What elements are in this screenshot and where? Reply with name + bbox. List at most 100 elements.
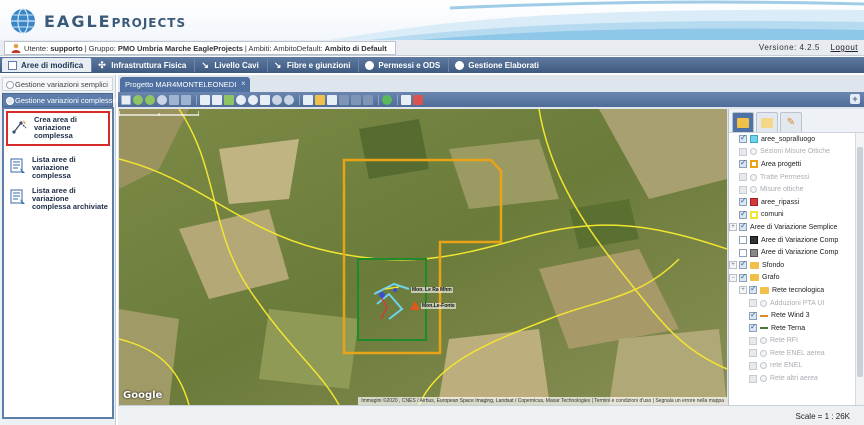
accordion-variazioni-semplici[interactable]: Gestione variazioni semplici [2, 77, 113, 91]
variazioni-complesse-panel: Crea area di variazione complessa Lista … [2, 107, 114, 419]
layer-checkbox[interactable] [739, 248, 747, 257]
refresh-icon[interactable] [382, 94, 392, 105]
layer-checkbox[interactable] [739, 196, 747, 207]
expand-icon[interactable]: + [729, 223, 737, 232]
scrollbar-thumb[interactable] [857, 147, 863, 377]
layer-panel: ✎ aree_sopralluogo Sezioni Misure Ottich… [728, 109, 864, 405]
left-panel: Gestione variazioni semplici Gestione va… [0, 75, 117, 425]
status-bar: Scale = 1 : 26K [118, 405, 864, 425]
user-ambito: Ambito di Default [324, 43, 387, 53]
layer-checkbox[interactable] [739, 221, 747, 232]
map-scale-text: Scale = 1 : 26K [795, 412, 850, 421]
layer-panel-tabs: ✎ [729, 109, 864, 133]
layer-checkbox[interactable] [749, 349, 757, 358]
layer-checkbox[interactable] [739, 185, 747, 194]
navigate-back-icon[interactable] [169, 94, 179, 105]
layer-checkbox[interactable] [739, 133, 747, 144]
expand-icon[interactable]: + [850, 94, 860, 104]
ruler-icon[interactable] [327, 94, 337, 105]
legend-tab[interactable] [756, 112, 778, 132]
layer-checkbox[interactable] [749, 374, 757, 383]
menu-aree-di-modifica[interactable]: Aree di modifica [2, 58, 93, 72]
select-icon[interactable] [121, 94, 131, 105]
pan-icon[interactable] [157, 94, 167, 105]
edit-line-icon[interactable] [339, 94, 349, 105]
menu-infrastruttura-fisica[interactable]: ✣ Infrastruttura Fisica [92, 58, 196, 72]
globe-icon [11, 8, 35, 34]
zoom-extent-icon[interactable] [260, 94, 270, 105]
layer-tree: aree_sopralluogo Sezioni Misure Ottiche … [729, 133, 855, 405]
layer-icon[interactable] [212, 94, 222, 105]
layer-checkbox[interactable] [739, 173, 747, 182]
accordion-variazioni-complesse[interactable]: Gestione variazioni complesse [2, 93, 117, 107]
folder-icon [750, 274, 759, 282]
header-wave-decoration [330, 0, 864, 40]
draw-icon[interactable] [200, 94, 210, 105]
layer-checkbox[interactable] [749, 336, 757, 345]
map-view[interactable]: Mon. Le Ra Mhm Mon.Le-Fonte Google Immag… [119, 109, 727, 405]
layer-checkbox[interactable] [749, 322, 757, 333]
layer-row: Adduzioni PTA UI [729, 297, 855, 310]
split-icon[interactable] [351, 94, 361, 105]
menu-permessi-e-ods[interactable]: Permessi e ODS [359, 58, 450, 72]
tab-progetto[interactable]: Progetto MAR4MONTELEONEDI × [120, 77, 251, 92]
satellite-map-canvas [119, 109, 727, 405]
layer-row: Rete ENEL aerea [729, 347, 855, 360]
layers-tab[interactable] [732, 112, 754, 132]
tab-close-icon[interactable]: × [239, 80, 247, 88]
layer-row: rete ENEL [729, 360, 855, 373]
layer-row: aree_sopralluogo [729, 133, 855, 146]
zoom-in-icon[interactable] [133, 94, 143, 105]
grid-icon[interactable] [224, 94, 234, 105]
menu-fibre-e-giunzioni[interactable]: ↘ Fibre e giunzioni [268, 58, 360, 72]
layer-checkbox[interactable] [739, 236, 747, 245]
zoom-previous-icon[interactable] [284, 94, 294, 105]
eagleprojects-logo: EAGLEPROJECTS [10, 8, 186, 34]
list-icon [10, 158, 25, 173]
layer-row: Misure ottiche [729, 183, 855, 196]
menu-gestione-elaborati[interactable]: Gestione Elaborati [449, 58, 547, 72]
lista-aree-archiviate-button[interactable]: Lista aree di variazione complessa archi… [4, 183, 112, 214]
layer-checkbox[interactable] [739, 272, 747, 282]
layer-status-icon [760, 349, 767, 357]
draw-polygon-icon [12, 120, 27, 134]
layer-checkbox[interactable] [739, 158, 747, 169]
layer-swatch [750, 160, 758, 169]
logout-link[interactable]: Logout [831, 43, 858, 52]
magnify-minus-icon[interactable] [248, 94, 258, 105]
layer-status-icon [750, 148, 757, 156]
layer-row: Rete Terna [729, 322, 855, 335]
measure-icon[interactable] [303, 94, 313, 105]
layer-checkbox[interactable] [749, 299, 757, 308]
layer-row: Aree di Variazione Comp [729, 234, 855, 247]
folder-icon [750, 261, 759, 269]
legend-icon [761, 117, 773, 128]
layer-row: aree_ripassi [729, 196, 855, 209]
layer-checkbox[interactable] [749, 310, 757, 320]
edit-tab[interactable]: ✎ [780, 112, 802, 132]
cable-icon: ↘ [201, 59, 209, 70]
lista-aree-variazione-complessa-button[interactable]: Lista aree di variazione complessa [4, 152, 112, 183]
layer-checkbox[interactable] [749, 284, 757, 295]
layer-checkbox[interactable] [739, 209, 747, 219]
layer-checkbox[interactable] [749, 361, 757, 370]
print-icon[interactable] [401, 94, 411, 105]
zoom-box-icon[interactable] [272, 94, 282, 105]
menu-livello-cavi[interactable]: ↘ Livello Cavi [195, 58, 268, 72]
merge-icon[interactable] [363, 94, 373, 105]
expand-icon[interactable]: + [739, 286, 747, 295]
magnify-plus-icon[interactable] [236, 94, 246, 105]
layer-checkbox[interactable] [739, 259, 747, 270]
collapse-icon[interactable]: − [729, 273, 737, 282]
layer-row: + Rete tecnologica [729, 284, 855, 297]
map-attribution[interactable]: Immagini ©2020 , CNES / Airbus, European… [358, 397, 727, 405]
layer-panel-scrollbar[interactable] [855, 133, 864, 405]
navigate-forward-icon[interactable] [181, 94, 191, 105]
zoom-out-icon[interactable] [145, 94, 155, 105]
export-icon[interactable] [413, 94, 423, 105]
area-measure-icon[interactable] [315, 94, 325, 105]
expand-icon[interactable]: + [729, 261, 737, 270]
layer-checkbox[interactable] [739, 147, 747, 156]
crea-area-variazione-complessa-button[interactable]: Crea area di variazione complessa [6, 111, 110, 146]
layer-status-icon [750, 173, 757, 181]
